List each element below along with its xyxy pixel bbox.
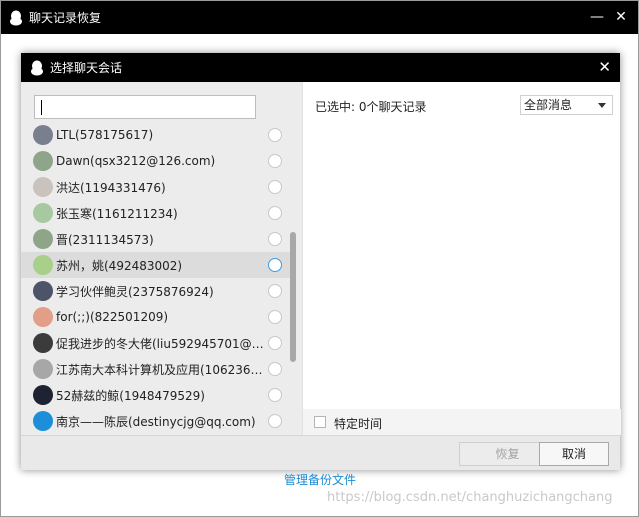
contact-row[interactable]: 学习伙伴鲍灵(2375876924) (21, 278, 296, 304)
avatar (33, 307, 53, 327)
preview-panel: 已选中: 0个聊天记录 全部消息 特定时间 (302, 82, 621, 435)
contact-row[interactable]: 苏州，姚(492483002) (21, 252, 296, 278)
contact-name: for(;;)(822501209) (56, 310, 169, 324)
chevron-down-icon (598, 103, 606, 108)
message-filter-value: 全部消息 (524, 98, 573, 112)
contact-row[interactable]: 张玉寒(1161211234) (21, 200, 296, 226)
contact-radio[interactable] (268, 232, 282, 246)
avatar (33, 281, 53, 301)
specific-time-checkbox[interactable] (314, 416, 326, 428)
contact-row[interactable]: LTL(578175617) (21, 122, 296, 148)
dialog-titlebar[interactable]: 选择聊天会话 ✕ (21, 53, 620, 82)
text-caret (41, 100, 42, 115)
contact-list: LTL(578175617) Dawn(qsx3212@126.com) 洪达(11… (21, 122, 296, 434)
contact-radio[interactable] (268, 180, 282, 194)
contact-row[interactable]: 52赫兹的鲸(1948479529) (21, 382, 296, 408)
time-filter-bar: 特定时间 (303, 409, 621, 435)
contact-row[interactable]: 洪达(1194331476) (21, 174, 296, 200)
avatar (33, 125, 53, 145)
contact-name: 江苏南大本科计算机及应用(10623681… (56, 362, 270, 377)
contact-radio[interactable] (268, 128, 282, 142)
avatar (33, 229, 53, 249)
cancel-button[interactable]: 取消 (539, 442, 609, 466)
contact-name: Dawn(qsx3212@126.com) (56, 154, 216, 168)
contact-row[interactable]: 晋(2311134573) (21, 226, 296, 252)
contact-radio[interactable] (268, 284, 282, 298)
contact-name: LTL(578175617) (56, 128, 154, 142)
selected-count: 已选中: 0个聊天记录 (315, 100, 427, 114)
contact-row[interactable]: for(;;)(822501209) (21, 304, 296, 330)
minimize-button[interactable]: — (590, 10, 604, 24)
specific-time-label: 特定时间 (334, 417, 383, 431)
avatar (33, 151, 53, 171)
avatar (33, 255, 53, 275)
dialog-close-button[interactable]: ✕ (598, 59, 611, 75)
dialog-button-bar: 恢复 取消 (21, 435, 620, 470)
contact-radio[interactable] (268, 362, 282, 376)
outer-window-title: 聊天记录恢复 (29, 11, 102, 25)
contact-name: 52赫兹的鲸(1948479529) (56, 388, 205, 403)
scrollbar-thumb[interactable] (290, 232, 296, 362)
contact-panel: LTL(578175617) Dawn(qsx3212@126.com) 洪达(11… (21, 82, 302, 435)
avatar (33, 177, 53, 197)
contact-name: 南京——陈辰(destinycjg@qq.com) (56, 414, 256, 429)
contact-name: 促我进步的冬大佬(liu592945701@qq.… (56, 336, 270, 351)
contact-radio[interactable] (268, 388, 282, 402)
dialog-title: 选择聊天会话 (50, 61, 123, 75)
contact-name: 洪达(1194331476) (56, 180, 166, 195)
contact-name: 苏州，姚(492483002) (56, 258, 183, 273)
avatar (33, 411, 53, 431)
avatar (33, 385, 53, 405)
outer-titlebar[interactable]: 聊天记录恢复 — ✕ (1, 1, 638, 34)
contact-name: 张玉寒(1161211234) (56, 206, 178, 221)
avatar (33, 333, 53, 353)
contact-radio[interactable] (268, 206, 282, 220)
watermark: https://blog.csdn.net/changhuzichangchan… (327, 490, 613, 505)
contact-name: 晋(2311134573) (56, 232, 154, 247)
manage-backup-link[interactable]: 管理备份文件 (284, 471, 356, 488)
select-chat-dialog: 选择聊天会话 ✕ LTL(578175617) Dawn(qsx3212@126.… (21, 53, 621, 470)
qq-penguin-icon (10, 10, 22, 25)
contact-row[interactable]: 江苏南大本科计算机及应用(10623681… (21, 356, 296, 382)
contact-radio[interactable] (268, 310, 282, 324)
contact-row[interactable]: Dawn(qsx3212@126.com) (21, 148, 296, 174)
message-filter-dropdown[interactable]: 全部消息 (520, 95, 613, 115)
contact-row[interactable]: 南京——陈辰(destinycjg@qq.com) (21, 408, 296, 434)
contact-row[interactable]: 促我进步的冬大佬(liu592945701@qq.… (21, 330, 296, 356)
qq-penguin-icon (31, 60, 43, 75)
avatar (33, 359, 53, 379)
contact-name: 学习伙伴鲍灵(2375876924) (56, 284, 214, 299)
search-input[interactable] (34, 95, 256, 119)
contact-radio[interactable] (268, 154, 282, 168)
contact-radio[interactable] (268, 336, 282, 350)
avatar (33, 203, 53, 223)
contact-radio[interactable] (268, 258, 282, 272)
contact-radio[interactable] (268, 414, 282, 428)
outer-close-button[interactable]: ✕ (614, 10, 628, 24)
